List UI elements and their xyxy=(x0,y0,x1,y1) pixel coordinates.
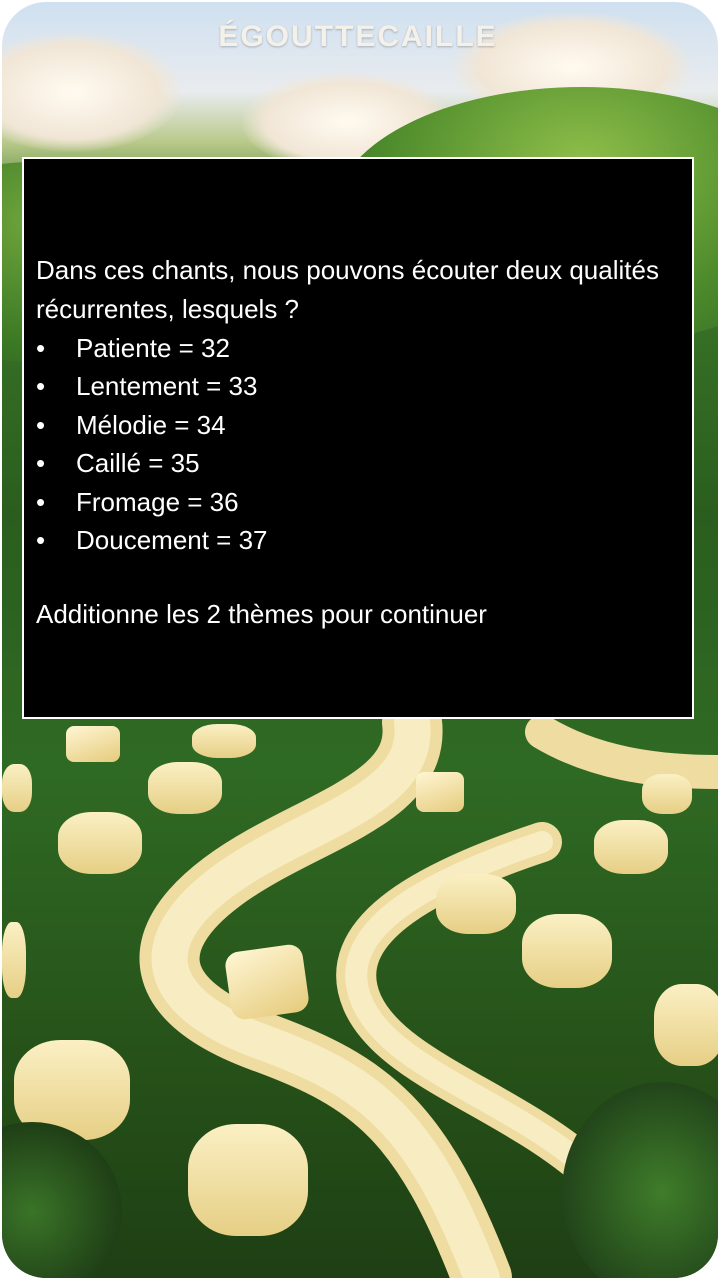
riddle-question: Dans ces chants, nous pouvons écouter de… xyxy=(36,255,659,324)
answer-option: • Patiente = 32 xyxy=(36,329,268,367)
cheese-wedge xyxy=(416,772,464,812)
bullet-icon: • xyxy=(36,486,46,517)
answer-option-label: Caillé = 35 xyxy=(76,448,200,479)
cheese-wheel xyxy=(2,764,32,812)
cheese-wheel xyxy=(594,820,668,874)
cheese-wheel xyxy=(2,922,26,998)
answer-option: • Mélodie = 34 xyxy=(36,406,268,444)
answer-option-label: Doucement = 37 xyxy=(76,525,268,556)
cheese-wheel xyxy=(436,874,516,934)
bullet-icon: • xyxy=(36,333,46,363)
cheese-wheel xyxy=(642,774,692,814)
cheese-wheel xyxy=(192,724,256,758)
cheese-wedge xyxy=(66,726,120,762)
answer-option: • Fromage = 36 xyxy=(36,483,268,521)
answer-option-label: Mélodie = 34 xyxy=(76,409,226,440)
cheese-wheel xyxy=(58,812,142,874)
bullet-icon: • xyxy=(36,409,46,440)
answer-option: • Caillé = 35 xyxy=(36,444,268,482)
bullet-icon: • xyxy=(36,448,46,479)
cheese-wheel xyxy=(522,914,612,988)
answer-option-label: Fromage = 36 xyxy=(76,486,239,517)
cheese-wheel xyxy=(148,762,222,814)
bullet-icon: • xyxy=(36,525,46,556)
answer-option-label: Lentement = 33 xyxy=(76,371,258,402)
cheese-wheel xyxy=(654,984,718,1066)
answer-option: • Doucement = 37 xyxy=(36,521,268,559)
riddle-panel: Dans ces chants, nous pouvons écouter de… xyxy=(22,157,694,719)
cheese-wedge xyxy=(223,942,311,1022)
answer-option: • Lentement = 33 xyxy=(36,367,268,405)
bullet-icon: • xyxy=(36,371,46,402)
answer-options: • Patiente = 32 • Lentement = 33 • Mélodie … xyxy=(36,329,268,559)
cheese-wheel xyxy=(188,1124,308,1236)
answer-option-label: Patiente = 32 xyxy=(76,333,230,363)
instruction-text: Additionne les 2 thèmes pour continuer xyxy=(36,599,487,629)
game-logo: ÉGOUTTECAILLE xyxy=(218,20,498,53)
